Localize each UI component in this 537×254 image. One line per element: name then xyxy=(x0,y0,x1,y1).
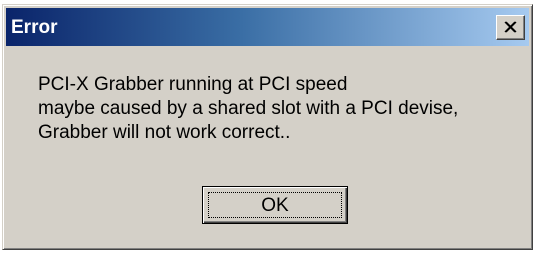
error-message: PCI-X Grabber running at PCI speed maybe… xyxy=(38,73,458,145)
window-title: Error xyxy=(11,17,58,38)
message-line-1: PCI-X Grabber running at PCI speed xyxy=(38,74,348,95)
ok-button[interactable]: OK xyxy=(202,186,348,224)
title-bar[interactable]: Error xyxy=(6,8,529,46)
error-dialog: Error PCI-X Grabber running at PCI speed… xyxy=(2,4,533,250)
close-button[interactable] xyxy=(496,15,525,40)
message-line-3: Grabber will not work correct.. xyxy=(38,122,291,143)
ok-button-label: OK xyxy=(261,195,289,216)
close-icon xyxy=(504,21,517,33)
message-line-2: maybe caused by a shared slot with a PCI… xyxy=(38,98,459,119)
